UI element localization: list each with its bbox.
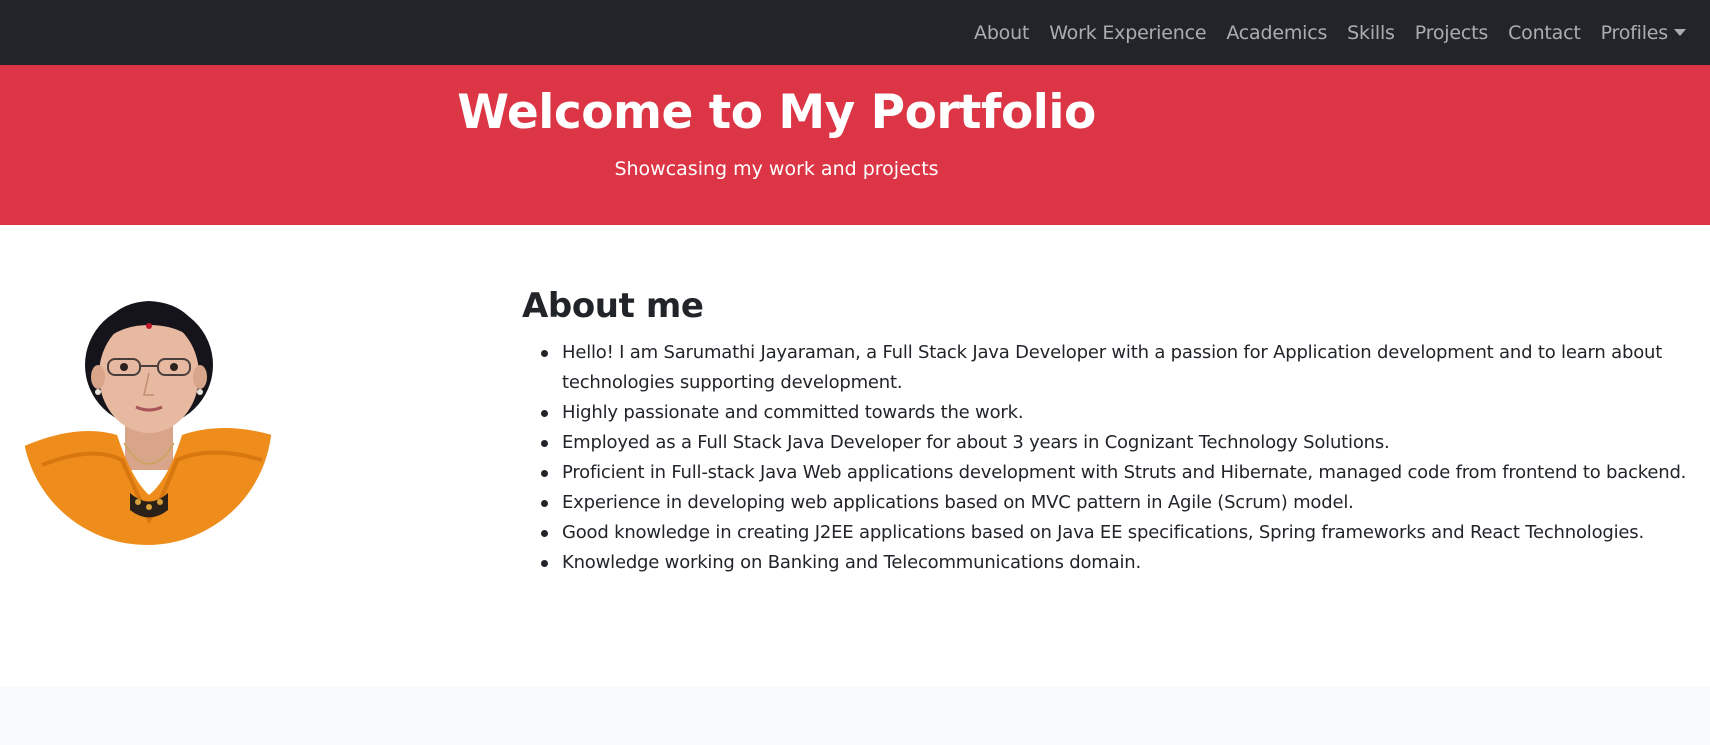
nav-link-skills[interactable]: Skills <box>1337 22 1405 44</box>
nav-links: About Work Experience Academics Skills P… <box>964 0 1696 65</box>
about-list-item: Knowledge working on Banking and Telecom… <box>522 548 1692 578</box>
nav-link-about[interactable]: About <box>964 22 1039 44</box>
nav-link-contact[interactable]: Contact <box>1498 22 1591 44</box>
next-section <box>0 687 1710 745</box>
nav-link-projects[interactable]: Projects <box>1405 22 1498 44</box>
about-heading: About me <box>522 286 704 326</box>
profiles-dropdown[interactable]: Profiles <box>1591 22 1696 44</box>
profiles-dropdown-label: Profiles <box>1600 21 1669 44</box>
hero-title: Welcome to My Portfolio <box>457 85 1096 140</box>
about-list-item: Employed as a Full Stack Java Developer … <box>522 428 1692 458</box>
avatar <box>22 295 272 545</box>
about-list-item: Highly passionate and committed towards … <box>522 398 1692 428</box>
about-list-item: Experience in developing web application… <box>522 488 1692 518</box>
about-list-item: Hello! I am Sarumathi Jayaraman, a Full … <box>522 338 1692 398</box>
hero-subtitle: Showcasing my work and projects <box>614 158 939 180</box>
caret-down-icon <box>1674 29 1686 36</box>
nav-link-work-experience[interactable]: Work Experience <box>1039 22 1216 44</box>
nav-link-academics[interactable]: Academics <box>1216 22 1337 44</box>
about-list-item: Good knowledge in creating J2EE applicat… <box>522 518 1692 548</box>
hero-banner: Welcome to My Portfolio Showcasing my wo… <box>0 65 1710 225</box>
profile-photo <box>22 295 272 545</box>
about-section: About me Hello! I am Sarumathi Jayaraman… <box>0 225 1710 687</box>
about-list-item: Proficient in Full-stack Java Web applic… <box>522 458 1692 488</box>
navbar: About Work Experience Academics Skills P… <box>0 0 1710 65</box>
about-list: Hello! I am Sarumathi Jayaraman, a Full … <box>522 338 1692 578</box>
